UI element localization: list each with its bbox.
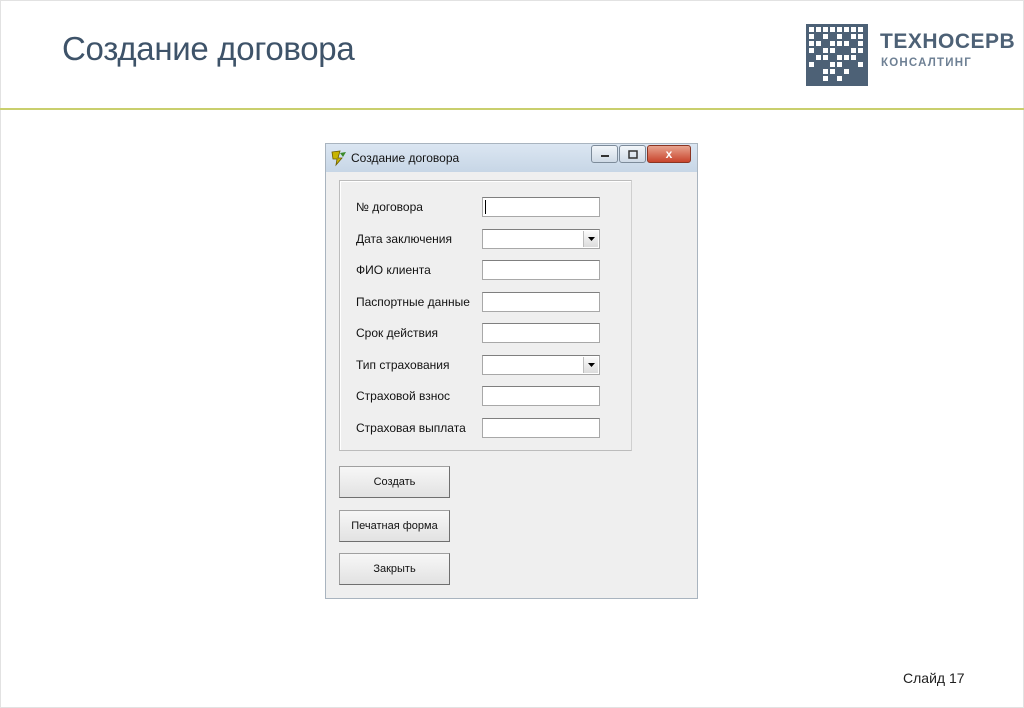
client-name-label: ФИО клиента bbox=[356, 263, 431, 277]
close-icon: x bbox=[665, 147, 673, 161]
passport-input[interactable] bbox=[482, 292, 600, 312]
contract-number-label: № договора bbox=[356, 200, 423, 214]
technoserv-logo-icon bbox=[806, 24, 868, 86]
conclusion-date-label: Дата заключения bbox=[356, 232, 452, 246]
chevron-down-icon bbox=[587, 237, 595, 241]
contract-fields-group: № договора Дата заключения ФИО клиента П bbox=[339, 180, 632, 451]
field-row-conclusion-date: Дата заключения bbox=[340, 229, 633, 253]
window-titlebar[interactable]: Создание договора x bbox=[326, 144, 697, 172]
conclusion-date-combo[interactable] bbox=[482, 229, 600, 249]
slide-title: Создание договора bbox=[62, 30, 355, 67]
field-row-passport: Паспортные данные bbox=[340, 292, 633, 316]
maximize-button[interactable] bbox=[619, 145, 646, 163]
field-row-payout: Страховая выплата bbox=[340, 418, 633, 442]
logo-name: ТЕХНОСЕРВ bbox=[880, 30, 1016, 53]
field-row-premium: Страховой взнос bbox=[340, 386, 633, 410]
create-button[interactable]: Создать bbox=[339, 466, 450, 498]
payout-label: Страховая выплата bbox=[356, 421, 466, 435]
field-row-validity: Срок действия bbox=[340, 323, 633, 347]
validity-input[interactable] bbox=[482, 323, 600, 343]
insurance-type-combo[interactable] bbox=[482, 355, 600, 375]
slide-number: Слайд 17 bbox=[903, 670, 965, 686]
close-window-button[interactable]: x bbox=[647, 145, 691, 163]
create-contract-window: Создание договора x № договора Дата закл… bbox=[325, 143, 698, 599]
insurance-type-dropdown-button[interactable] bbox=[583, 357, 598, 373]
app-icon bbox=[331, 150, 346, 167]
contract-number-input[interactable] bbox=[482, 197, 600, 217]
premium-input[interactable] bbox=[482, 386, 600, 406]
field-row-contract-number: № договора bbox=[340, 197, 633, 221]
minimize-button[interactable] bbox=[591, 145, 618, 163]
premium-label: Страховой взнос bbox=[356, 389, 451, 403]
chevron-down-icon bbox=[587, 363, 595, 367]
close-button[interactable]: Закрыть bbox=[339, 553, 450, 585]
client-name-input[interactable] bbox=[482, 260, 600, 280]
window-client-area: № договора Дата заключения ФИО клиента П bbox=[331, 172, 693, 594]
header-divider bbox=[0, 108, 1024, 110]
window-title: Создание договора bbox=[351, 151, 460, 165]
maximize-icon bbox=[627, 149, 638, 159]
text-caret bbox=[485, 200, 486, 214]
print-form-button[interactable]: Печатная форма bbox=[339, 510, 450, 542]
company-logo: ТЕХНОСЕРВ КОНСАЛТИНГ bbox=[806, 24, 1015, 88]
conclusion-date-dropdown-button[interactable] bbox=[583, 231, 598, 247]
insurance-type-label: Тип страхования bbox=[356, 358, 450, 372]
field-row-insurance-type: Тип страхования bbox=[340, 355, 633, 379]
passport-label: Паспортные данные bbox=[356, 295, 470, 309]
validity-label: Срок действия bbox=[356, 326, 439, 340]
field-row-client-name: ФИО клиента bbox=[340, 260, 633, 284]
minimize-icon bbox=[600, 155, 609, 157]
logo-subtitle: КОНСАЛТИНГ bbox=[881, 57, 972, 69]
payout-input[interactable] bbox=[482, 418, 600, 438]
